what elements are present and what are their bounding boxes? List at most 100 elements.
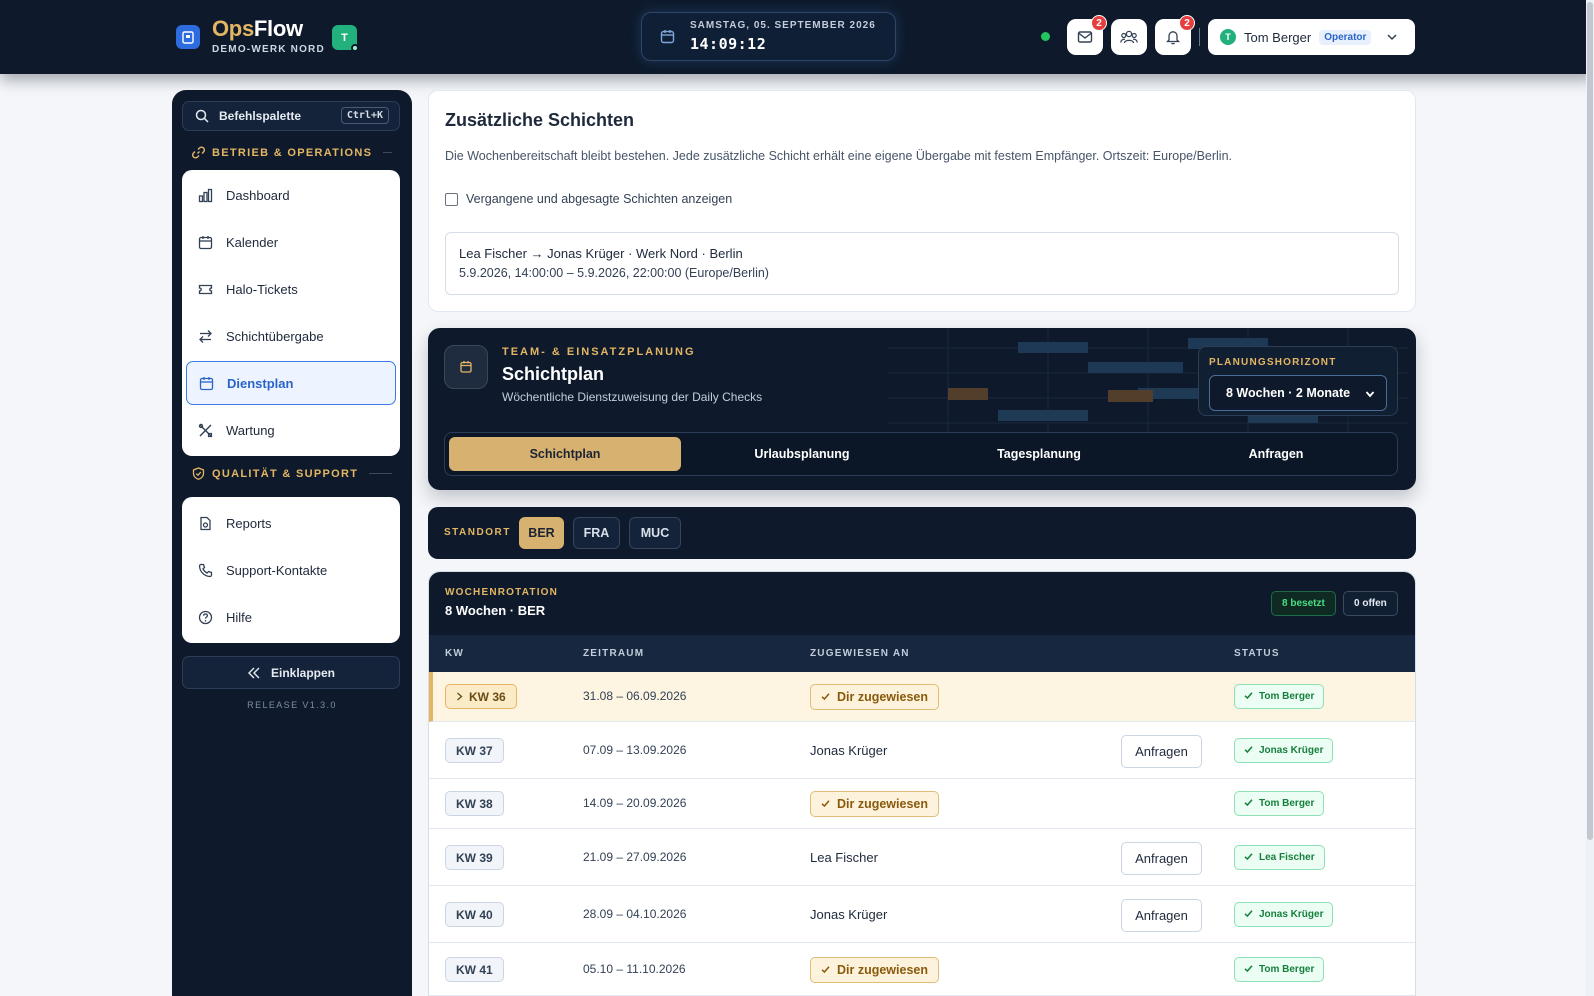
extra-shifts-card: Zusätzliche Schichten Die Wochenbereitsc… [428, 90, 1416, 312]
page-scrollbar-thumb[interactable] [1587, 2, 1593, 840]
collapse-sidebar-button[interactable]: Einklappen [182, 656, 400, 689]
status-label: Jonas Krüger [1259, 909, 1324, 920]
sidebar-item-support-kontakte[interactable]: Support-Kontakte [186, 548, 396, 592]
week-badge: KW 41 [445, 957, 504, 982]
command-palette-button[interactable]: Befehlspalette Ctrl+K [182, 101, 400, 131]
swap-icon [199, 329, 212, 343]
status-label: Lea Fischer [1259, 852, 1315, 863]
user-menu-button[interactable]: T Tom Berger Operator [1208, 19, 1415, 55]
link-icon [192, 146, 205, 159]
planning-horizon-select[interactable]: 8 Wochen · 2 Monate [1209, 375, 1387, 411]
extra-shifts-title: Zusätzliche Schichten [445, 110, 635, 130]
phone-icon [198, 563, 213, 577]
site-selector: STANDORT BER FRA MUC [428, 507, 1416, 559]
sidebar-item-reports[interactable]: Reports [186, 501, 396, 545]
status-label: Tom Berger [1259, 798, 1315, 809]
site-button-muc[interactable]: MUC [629, 517, 681, 549]
period-cell: 28.09 – 04.10.2026 [583, 907, 687, 921]
sidebar-item-hilfe[interactable]: Hilfe [186, 595, 396, 639]
table-row[interactable]: KW 37 07.09 – 13.09.2026 Jonas Krüger Anfra… [429, 722, 1415, 779]
calendar-icon [199, 376, 214, 390]
notifications-count-badge: 2 [1179, 15, 1195, 31]
sidebar-item-schichtuebergabe[interactable]: Schichtübergabe [186, 314, 396, 358]
assigned-to-me-label: Dir zugewiesen [837, 963, 928, 977]
chevron-down-icon [1387, 34, 1397, 41]
search-icon [195, 109, 209, 123]
table-row[interactable]: KW 36 31.08 – 06.09.2026 Dir zugewiesen Tom… [429, 672, 1415, 722]
team-badge-label: T [341, 31, 348, 44]
check-icon [821, 963, 830, 977]
section-divider [369, 473, 392, 474]
planning-horizon-value: 8 Wochen · 2 Monate [1226, 386, 1351, 400]
assigned-to-me-badge: Dir zugewiesen [810, 791, 939, 817]
planning-subtitle: Wöchentliche Dienstzuweisung der Daily C… [502, 390, 763, 404]
status-badge: Tom Berger [1234, 791, 1325, 816]
notifications-button[interactable]: 2 [1155, 15, 1195, 55]
table-row[interactable]: KW 39 21.09 – 27.09.2026 Lea Fischer Anfrag… [429, 829, 1415, 886]
request-button[interactable]: Anfragen [1121, 735, 1202, 768]
check-icon [1244, 909, 1253, 921]
sidebar-item-dashboard[interactable]: Dashboard [186, 173, 396, 217]
check-icon [1244, 691, 1253, 703]
request-button[interactable]: Anfragen [1121, 899, 1202, 932]
sidebar-item-halo-tickets[interactable]: Halo-Tickets [186, 267, 396, 311]
sidebar-item-dienstplan[interactable]: Dienstplan [186, 361, 396, 405]
status-badge: Tom Berger [1234, 957, 1325, 982]
tab-urlaubsplanung[interactable]: Urlaubsplanung [686, 437, 918, 471]
check-icon [1244, 852, 1253, 864]
request-button[interactable]: Anfragen [1121, 842, 1202, 875]
show-past-shifts-checkbox[interactable]: Vergangene und abgesagte Schichten anzei… [445, 192, 732, 206]
brand-name[interactable]: OpsFlow [212, 16, 303, 42]
assigned-to-me-label: Dir zugewiesen [837, 690, 928, 704]
assigned-to-me-badge: Dir zugewiesen [810, 957, 939, 983]
table-row[interactable]: KW 41 05.10 – 11.10.2026 Dir zugewiesen Tom… [429, 943, 1415, 996]
messages-button[interactable]: 2 [1067, 15, 1107, 55]
team-badge[interactable]: T [332, 25, 359, 52]
assignee-cell: Jonas Krüger [810, 743, 888, 758]
period-cell: 07.09 – 13.09.2026 [583, 743, 687, 757]
tab-anfragen[interactable]: Anfragen [1160, 437, 1392, 471]
sidebar-item-label: Support-Kontakte [226, 562, 328, 578]
extra-shift-entry[interactable]: Lea Fischer → Jonas Krüger · Werk Nord ·… [445, 232, 1399, 295]
clock-time: 14:09:12 [690, 35, 767, 53]
table-row[interactable]: KW 40 28.09 – 04.10.2026 Jonas Krüger Anfra… [429, 886, 1415, 943]
site-button-ber[interactable]: BER [519, 517, 564, 549]
status-badge: Tom Berger [1234, 684, 1325, 709]
sidebar-item-label: Kalender [226, 234, 279, 250]
sidebar-item-wartung[interactable]: Wartung [186, 408, 396, 452]
chevron-down-icon [1365, 391, 1375, 398]
week-badge[interactable]: KW 36 [445, 684, 517, 709]
assignee-cell: Jonas Krüger [810, 907, 888, 922]
brand-logo-icon[interactable] [176, 25, 200, 49]
tab-tagesplanung[interactable]: Tagesplanung [923, 437, 1155, 471]
status-label: Tom Berger [1259, 691, 1315, 702]
section-operations-label: BETRIEB & OPERATIONS [212, 146, 373, 159]
week-badge: KW 38 [445, 791, 504, 816]
nav-group-quality: Reports Support-Kontakte Hilfe [182, 497, 400, 643]
tab-schichtplan[interactable]: Schichtplan [449, 437, 681, 471]
period-cell: 05.10 – 11.10.2026 [583, 962, 686, 976]
table-header: KW ZEITRAUM ZUGEWIESEN AN STATUS [429, 635, 1415, 672]
section-divider [383, 152, 392, 153]
sidebar-item-kalender[interactable]: Kalender [186, 220, 396, 264]
section-header-quality: QUALITÄT & SUPPORT [192, 467, 392, 480]
checkbox-box[interactable] [445, 192, 458, 206]
check-icon [1244, 964, 1253, 976]
week-label: KW 36 [469, 689, 506, 704]
site-button-fra[interactable]: FRA [573, 517, 620, 549]
planning-horizon-panel: PLANUNGSHORIZONT 8 Wochen · 2 Monate [1198, 346, 1398, 416]
site-label: STANDORT [444, 527, 511, 538]
table-row[interactable]: KW 38 14.09 – 20.09.2026 Dir zugewiesen Tom… [429, 779, 1415, 829]
brand-suffix: Flow [253, 16, 303, 41]
sidebar-item-label: Hilfe [226, 609, 253, 625]
checkbox-label[interactable]: Vergangene und abgesagte Schichten anzei… [466, 192, 732, 206]
week-label: KW 38 [456, 796, 493, 811]
status-badge: Jonas Krüger [1234, 902, 1334, 927]
team-button[interactable] [1111, 19, 1147, 55]
rotation-header: WOCHENROTATION 8 Wochen · BER 8 besetzt … [429, 572, 1415, 635]
week-label: KW 40 [456, 907, 493, 922]
calendar-icon [198, 235, 213, 249]
clock-date: SAMSTAG, 05. SEPTEMBER 2026 [690, 20, 876, 31]
sidebar-item-label: Dashboard [226, 187, 290, 203]
team-status-dot [351, 44, 359, 52]
